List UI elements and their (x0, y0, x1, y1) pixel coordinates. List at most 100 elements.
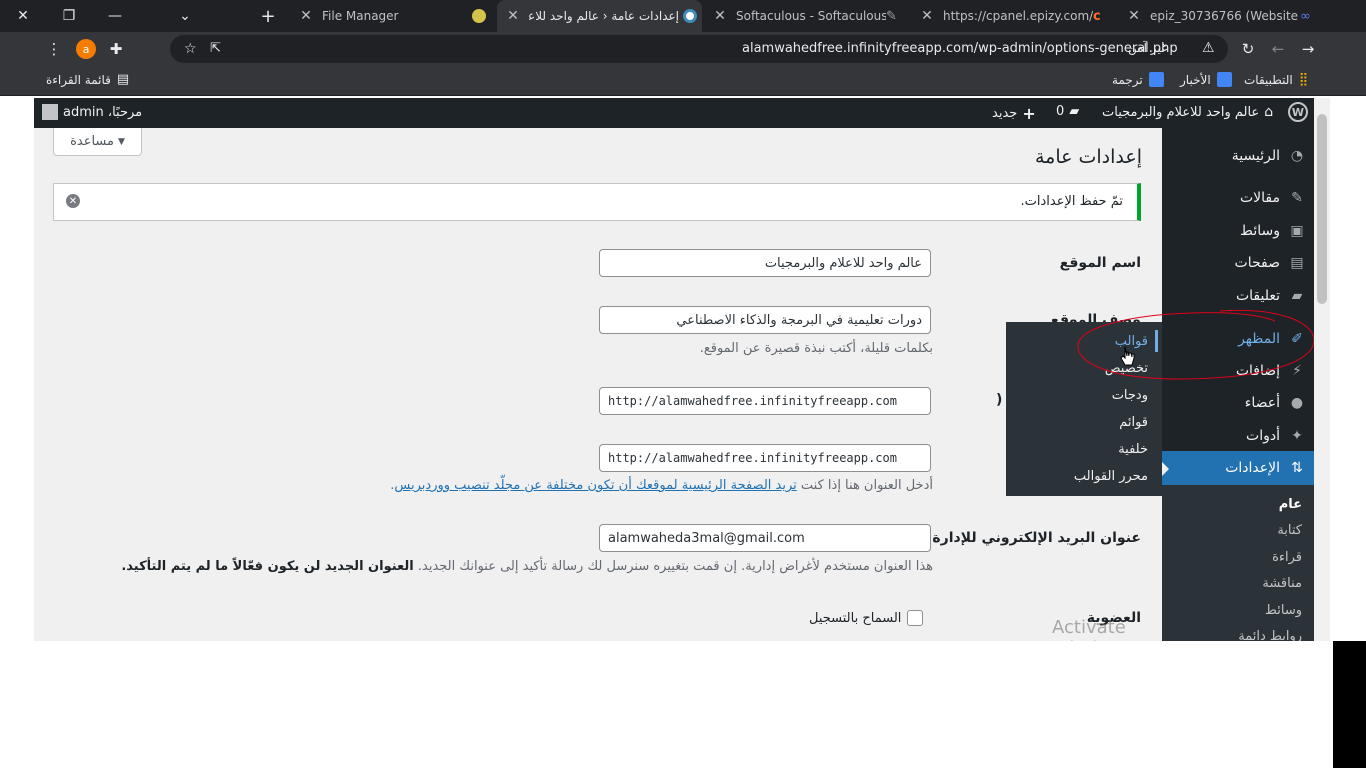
scrollbar-thumb[interactable] (1317, 114, 1327, 304)
membership-option: السماح بالتسجيل (809, 610, 924, 626)
site-name-menu[interactable]: عالم واحد للاعلام والبرمجيات ⌂ (1102, 104, 1273, 120)
caret-down-icon: ▼ (118, 136, 125, 147)
sidebar-item-label: مقالات (1239, 190, 1280, 206)
site-title-input[interactable]: عالم واحد للاعلام والبرمجيات (599, 249, 931, 277)
bookmark-label: التطبيقات (1244, 72, 1293, 87)
submenu-discussion[interactable]: مناقشة (1262, 576, 1302, 591)
tagline-input[interactable]: دورات تعليمية في البرمجة والذكاء الاصطنا… (599, 306, 931, 334)
submenu-media[interactable]: وسائط (1265, 603, 1302, 618)
tab-general-settings[interactable]: ✕ إعدادات عامة ‹ عالم واحد للاعلام (497, 0, 702, 32)
back-icon[interactable]: ← (1266, 37, 1290, 61)
sidebar-item-users[interactable]: أعضاء ● (1162, 386, 1314, 420)
warning-icon[interactable]: ⚠ (1202, 40, 1215, 56)
flyout-menus[interactable]: قوائم (1119, 415, 1148, 430)
sidebar-item-dashboard[interactable]: الرئيسية ◔ (1162, 139, 1314, 173)
flyout-theme-editor[interactable]: محرر القوالب (1074, 469, 1148, 484)
menu-dots-icon[interactable]: ⋮ (42, 37, 66, 61)
close-window-icon[interactable]: ✕ (0, 0, 46, 32)
extensions-icon[interactable]: ✚ (104, 37, 128, 61)
tab-cpanel[interactable]: ✕ https://cpanel.epizy.com/pan c (911, 0, 1116, 32)
tab-close-icon[interactable]: ✕ (919, 8, 935, 24)
admin-email-label: عنوان البريد الإلكتروني للإدارة (932, 530, 1141, 546)
sidebar-item-settings[interactable]: الإعدادات ⇅ (1162, 451, 1314, 485)
sidebar-item-label: أعضاء (1244, 395, 1280, 411)
bookmark-translate[interactable]: ترجمة (1112, 72, 1164, 87)
sidebar-item-label: تعليقات (1235, 288, 1280, 304)
google-news-icon (1216, 72, 1232, 87)
registration-checkbox[interactable] (907, 610, 924, 626)
wordpress-logo-icon[interactable]: W (1288, 102, 1308, 122)
share-icon[interactable]: ⇱ (210, 41, 221, 56)
tab-title: إعدادات عامة ‹ عالم واحد للاعلام (529, 9, 679, 23)
not-secure-label[interactable]: غير آمن (1128, 41, 1167, 55)
pin-icon: ✎ (1291, 190, 1303, 206)
sidebar-item-label: الرئيسية (1231, 148, 1280, 164)
settings-icon: ⇅ (1291, 460, 1303, 476)
sidebar-item-posts[interactable]: مقالات ✎ (1162, 181, 1314, 215)
sidebar-item-label: أدوات (1246, 428, 1280, 444)
tab-epiz[interactable]: ✕ epiz_30736766 (Website for a ∞ (1118, 0, 1318, 32)
red-annotation-circle (1077, 309, 1315, 380)
tab-search-icon[interactable]: ⌄ (162, 0, 208, 32)
address-bar[interactable]: ☆ ⇱ alamwahedfree.infinityfreeapp.com/wp… (170, 35, 1228, 63)
submenu-writing[interactable]: كتابة (1277, 523, 1302, 538)
sidebar-item-tools[interactable]: أدوات ✦ (1162, 419, 1314, 453)
url-text[interactable]: alamwahedfree.infinityfreeapp.com/wp-adm… (742, 41, 1178, 56)
reload-icon[interactable]: ↻ (1236, 37, 1260, 61)
google-translate-icon (1148, 72, 1164, 87)
tab-close-icon[interactable]: ✕ (1126, 8, 1142, 24)
notice-text: تمّ حفظ الإعدادات. (1020, 194, 1123, 209)
tab-close-icon[interactable]: ✕ (505, 8, 521, 24)
wordpress-address-label-fragment: ) (996, 392, 1003, 408)
help-tab-button[interactable]: مساعدة ▼ (53, 128, 142, 156)
tab-softaculous[interactable]: ✕ Softaculous - Softaculous - W ✎ (704, 0, 909, 32)
cpanel-favicon-icon: c (1093, 8, 1101, 24)
bookmark-news[interactable]: الأخبار (1180, 72, 1232, 87)
site-address-input[interactable]: http://alamwahedfree.infinityfreeapp.com (599, 444, 931, 472)
flyout-widgets[interactable]: ودجات (1112, 388, 1148, 403)
user-icon: ● (1290, 395, 1304, 411)
bookmark-apps[interactable]: التطبيقات ⣿ (1244, 72, 1308, 87)
admin-email-input[interactable]: alamwaheda3mal@gmail.com (599, 524, 931, 552)
new-content-menu[interactable]: جديد + (992, 104, 1036, 123)
tab-close-icon[interactable]: ✕ (712, 8, 728, 24)
wordpress-address-input[interactable]: http://alamwahedfree.infinityfreeapp.com (599, 387, 931, 415)
sidebar-item-pages[interactable]: صفحات ▤ (1162, 246, 1314, 280)
comment-icon: ▰ (1291, 288, 1303, 304)
tab-close-icon[interactable]: ✕ (298, 8, 314, 24)
forward-icon[interactable]: → (1296, 37, 1320, 61)
main-content: مساعدة ▼ إعدادات عامة تمّ حفظ الإعدادات.… (34, 128, 1162, 641)
comments-menu[interactable]: 0 ▰ (1056, 104, 1079, 119)
submenu-permalinks[interactable]: روابط دائمة (1238, 629, 1302, 641)
sidebar-item-label: وسائط (1240, 223, 1280, 239)
tab-title: epiz_30736766 (Website for a (1150, 9, 1300, 23)
file-manager-favicon-icon (472, 9, 486, 23)
dismiss-notice-icon[interactable]: ✕ (66, 194, 80, 208)
bookmark-label: ترجمة (1112, 72, 1143, 87)
tab-title: Softaculous - Softaculous - W (736, 9, 886, 23)
admin-email-desc-text: هذا العنوان مستخدم لأغراض إدارية. إن قمت… (417, 559, 933, 574)
new-tab-icon[interactable]: + (245, 0, 291, 32)
reading-list-button[interactable]: قائمة القراءة ▤ (46, 72, 129, 87)
restore-window-icon[interactable]: ❐ (46, 0, 92, 32)
media-icon: ▣ (1290, 223, 1304, 239)
profile-letter: a (76, 39, 96, 59)
new-label: جديد (992, 106, 1018, 121)
bookmark-star-icon[interactable]: ☆ (184, 41, 197, 57)
my-account-menu[interactable]: مرحبًا، admin (42, 104, 142, 120)
submenu-reading[interactable]: قراءة (1272, 550, 1302, 565)
help-label: مساعدة (70, 134, 114, 149)
profile-avatar[interactable]: a (74, 37, 98, 61)
wp-admin-bar: مرحبًا، admin جديد + 0 ▰ عالم واحد للاعل… (34, 98, 1314, 128)
flyout-background[interactable]: خلفية (1118, 442, 1148, 457)
minimize-window-icon[interactable]: — (92, 0, 138, 32)
tab-title: https://cpanel.epizy.com/pan (943, 9, 1093, 23)
activate-windows-watermark: Activate Windows (1052, 617, 1132, 641)
tab-file-manager[interactable]: ✕ File Manager (290, 0, 495, 32)
sidebar-item-media[interactable]: وسائط ▣ (1162, 214, 1314, 248)
sidebar-item-label: صفحات (1234, 255, 1280, 271)
submenu-general[interactable]: عام (1279, 497, 1302, 512)
page-scrollbar[interactable] (1314, 98, 1330, 641)
registration-checkbox-label: السماح بالتسجيل (809, 610, 902, 626)
site-address-help-link[interactable]: تريد الصفحة الرئيسية لموقعك أن تكون مختل… (394, 478, 796, 493)
